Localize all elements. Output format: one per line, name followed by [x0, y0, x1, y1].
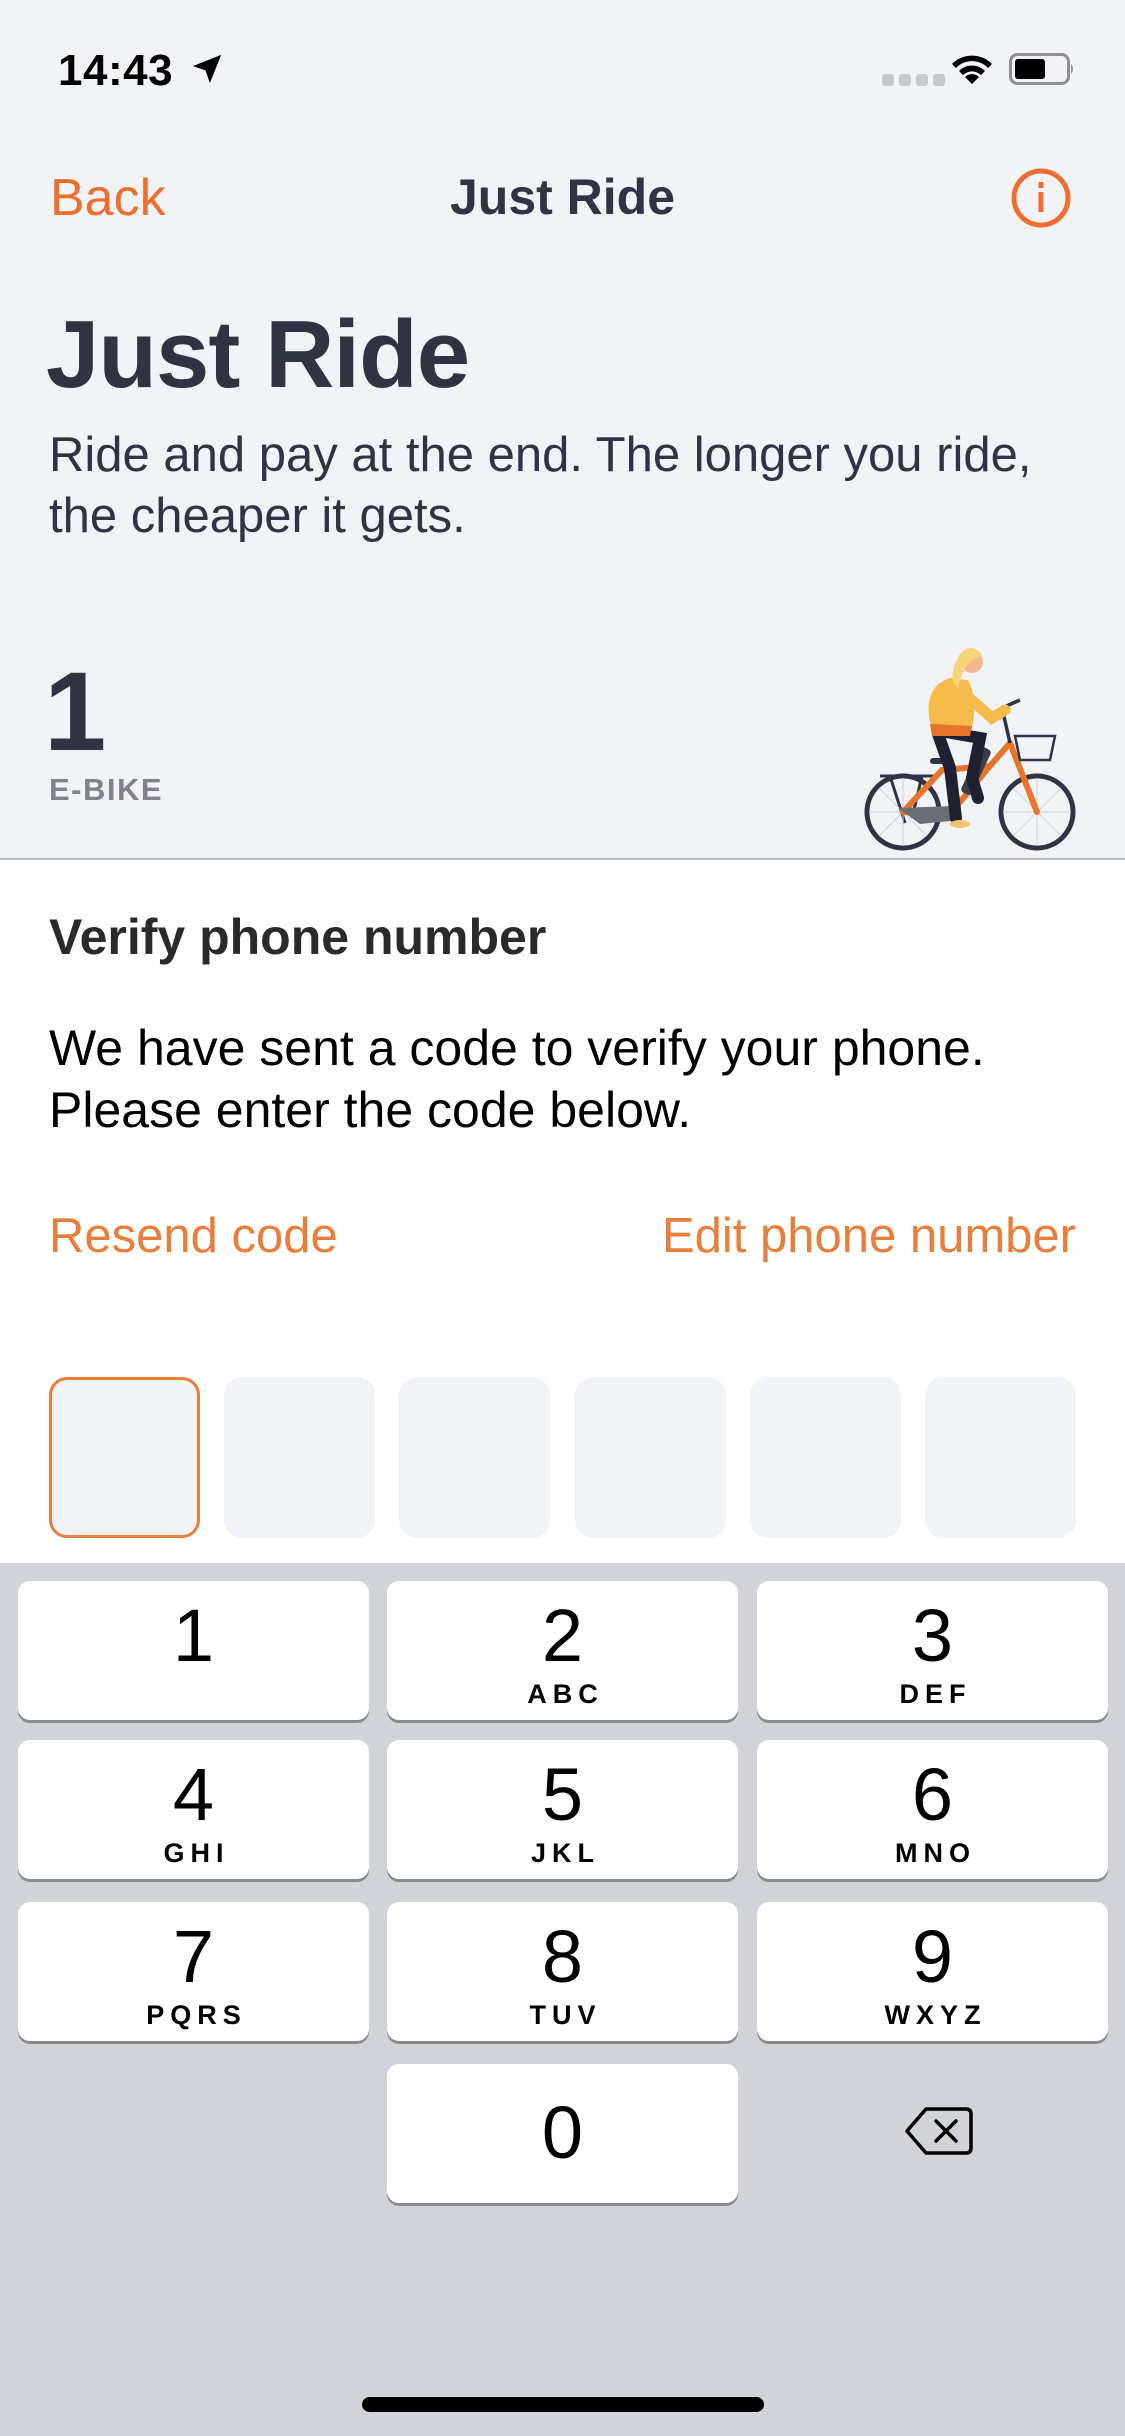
key-digit: 5: [541, 1753, 584, 1836]
key-0[interactable]: 0: [387, 2064, 738, 2203]
key-letters: ABC: [527, 1679, 604, 1709]
code-digit-input[interactable]: [574, 1377, 726, 1538]
verify-instructions-line1: We have sent a code to verify your phone…: [49, 1020, 985, 1076]
key-1[interactable]: 1: [18, 1581, 369, 1720]
resend-code-link[interactable]: Resend code: [49, 1208, 338, 1264]
code-input-row: [49, 1377, 1076, 1538]
cyclist-illustration: [864, 648, 1076, 851]
key-digit: 0: [541, 2091, 584, 2174]
code-digit-input[interactable]: [924, 1377, 1076, 1538]
verify-instructions-line2: Please enter the code below.: [49, 1082, 692, 1138]
key-letters: JKL: [530, 1838, 600, 1868]
info-circle-icon[interactable]: [1010, 167, 1072, 229]
key-letters: DEF: [899, 1679, 972, 1709]
key-8[interactable]: 8 TUV: [387, 1902, 738, 2041]
location-arrow-icon: [192, 54, 222, 84]
key-letters: TUV: [529, 2000, 602, 2030]
key-letters: WXYZ: [884, 2000, 987, 2030]
key-digit: 4: [172, 1753, 215, 1836]
edit-phone-number-link[interactable]: Edit phone number: [662, 1208, 1076, 1264]
page-title: Just Ride: [46, 301, 470, 408]
code-digit-input[interactable]: [49, 1377, 200, 1538]
home-indicator[interactable]: [362, 2397, 764, 2412]
key-digit: 8: [541, 1915, 584, 1998]
back-button[interactable]: Back: [50, 168, 166, 228]
verify-title: Verify phone number: [49, 909, 547, 965]
key-9[interactable]: 9 WXYZ: [757, 1902, 1108, 2041]
code-digit-input[interactable]: [749, 1377, 901, 1538]
code-digit-input[interactable]: [399, 1377, 551, 1538]
code-digit-input[interactable]: [224, 1377, 376, 1538]
verify-instructions: We have sent a code to verify your phone…: [49, 1017, 1089, 1141]
key-3[interactable]: 3 DEF: [757, 1581, 1108, 1720]
backspace-icon: [905, 2107, 973, 2155]
numeric-keypad: 1 2 ABC 3 DEF 4 GHI 5 JKL 6 MNO 7 PQRS 8…: [0, 1563, 1125, 2436]
key-5[interactable]: 5 JKL: [387, 1740, 738, 1879]
key-7[interactable]: 7 PQRS: [18, 1902, 369, 2041]
page-subtitle: Ride and pay at the end. The longer you …: [49, 428, 1032, 543]
key-digit: 6: [911, 1753, 954, 1836]
nav-title: Just Ride: [449, 169, 676, 225]
cellular-signal-icon: [882, 74, 945, 86]
key-letters: PQRS: [146, 2000, 247, 2030]
key-digit: 3: [911, 1594, 954, 1677]
delete-key[interactable]: [757, 2064, 1108, 2203]
key-digit: 1: [172, 1594, 215, 1677]
wifi-icon: [952, 55, 992, 84]
key-2[interactable]: 2 ABC: [387, 1581, 738, 1720]
vehicle-count: 1: [44, 649, 107, 774]
battery-icon: [1009, 53, 1073, 85]
key-letters: MNO: [895, 1838, 976, 1868]
key-digit: 9: [911, 1915, 954, 1998]
vehicle-type-label: E-BIKE: [49, 772, 164, 807]
key-4[interactable]: 4 GHI: [18, 1740, 369, 1879]
key-letters: GHI: [163, 1838, 230, 1868]
status-time: 14:43: [58, 46, 174, 95]
key-6[interactable]: 6 MNO: [757, 1740, 1108, 1879]
key-digit: 7: [172, 1915, 215, 1998]
key-digit: 2: [541, 1594, 584, 1677]
